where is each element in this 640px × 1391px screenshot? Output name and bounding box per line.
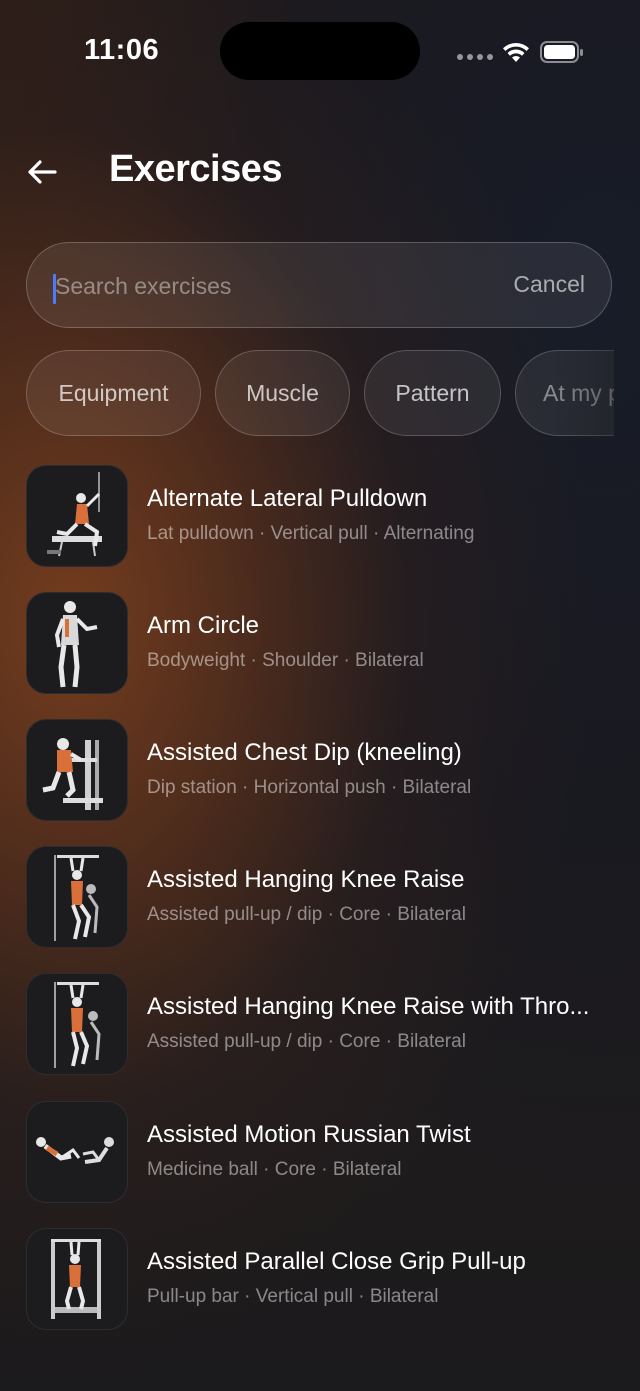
- exercise-subtitle: Dip station · Horizontal push · Bilatera…: [147, 777, 472, 798]
- filter-chip-equipment[interactable]: Equipment: [26, 350, 201, 436]
- list-item[interactable]: Assisted Motion Russian Twist Medicine b…: [26, 1101, 616, 1203]
- russian-twist-figure-icon: [36, 1137, 114, 1164]
- close-grip-pullup-figure-icon: [51, 1239, 101, 1319]
- hanging-knee-raise-throw-figure-icon: [54, 982, 101, 1068]
- list-item[interactable]: Arm Circle Bodyweight · Shoulder · Bilat…: [26, 592, 616, 694]
- exercise-subtitle: Lat pulldown · Vertical pull · Alternati…: [147, 523, 475, 544]
- exercise-thumbnail: [26, 465, 128, 567]
- exercise-subtitle: Medicine ball · Core · Bilateral: [147, 1159, 402, 1180]
- list-item[interactable]: Alternate Lateral Pulldown Lat pulldown …: [26, 465, 616, 567]
- exercise-subtitle: Bodyweight · Shoulder · Bilateral: [147, 650, 424, 671]
- dip-station-figure-icon: [42, 738, 103, 810]
- hanging-knee-raise-figure-icon: [54, 855, 99, 941]
- exercise-thumbnail: [26, 1101, 128, 1203]
- filter-chip-pattern[interactable]: Pattern: [364, 350, 501, 436]
- exercise-thumbnail: [26, 592, 128, 694]
- cancel-button[interactable]: Cancel: [513, 271, 585, 298]
- search-bar[interactable]: Cancel: [26, 242, 612, 328]
- back-button[interactable]: [22, 152, 62, 192]
- exercise-thumbnail: [26, 1228, 128, 1330]
- exercise-subtitle: Pull-up bar · Vertical pull · Bilateral: [147, 1286, 439, 1307]
- exercise-title: Assisted Hanging Knee Raise with Thro...: [147, 993, 590, 1020]
- filter-chip-muscle[interactable]: Muscle: [215, 350, 350, 436]
- status-bar: 11:06: [0, 0, 640, 104]
- arm-circle-figure-icon: [54, 601, 98, 688]
- exercise-thumbnail: [26, 973, 128, 1075]
- exercise-title: Assisted Motion Russian Twist: [147, 1121, 471, 1148]
- search-input[interactable]: [55, 265, 485, 307]
- exercise-title: Assisted Parallel Close Grip Pull-up: [147, 1248, 526, 1275]
- exercise-title: Assisted Chest Dip (kneeling): [147, 739, 462, 766]
- cellular-signal-icon: [457, 54, 493, 60]
- list-item[interactable]: Assisted Parallel Close Grip Pull-up Pul…: [26, 1228, 616, 1330]
- exercise-thumbnail: [26, 846, 128, 948]
- exercise-title: Arm Circle: [147, 612, 259, 639]
- exercise-subtitle: Assisted pull-up / dip · Core · Bilatera…: [147, 1031, 466, 1052]
- exercise-subtitle: Assisted pull-up / dip · Core · Bilatera…: [147, 904, 466, 925]
- arrow-left-icon: [28, 160, 57, 184]
- filter-chips[interactable]: Equipment Muscle Pattern At my p: [26, 350, 614, 440]
- battery-icon: [540, 41, 583, 63]
- exercise-title: Alternate Lateral Pulldown: [147, 485, 428, 512]
- list-item[interactable]: Assisted Chest Dip (kneeling) Dip statio…: [26, 719, 616, 821]
- chips-scroll-fade: [554, 350, 614, 440]
- exercise-title: Assisted Hanging Knee Raise: [147, 866, 465, 893]
- list-item[interactable]: Assisted Hanging Knee Raise Assisted pul…: [26, 846, 616, 948]
- dynamic-island: [220, 22, 420, 80]
- page-title: Exercises: [109, 148, 283, 190]
- pulldown-figure-icon: [47, 472, 102, 557]
- list-item[interactable]: Assisted Hanging Knee Raise with Thro...…: [26, 973, 616, 1075]
- status-time: 11:06: [84, 34, 160, 66]
- exercise-thumbnail: [26, 719, 128, 821]
- wifi-icon: [503, 42, 529, 62]
